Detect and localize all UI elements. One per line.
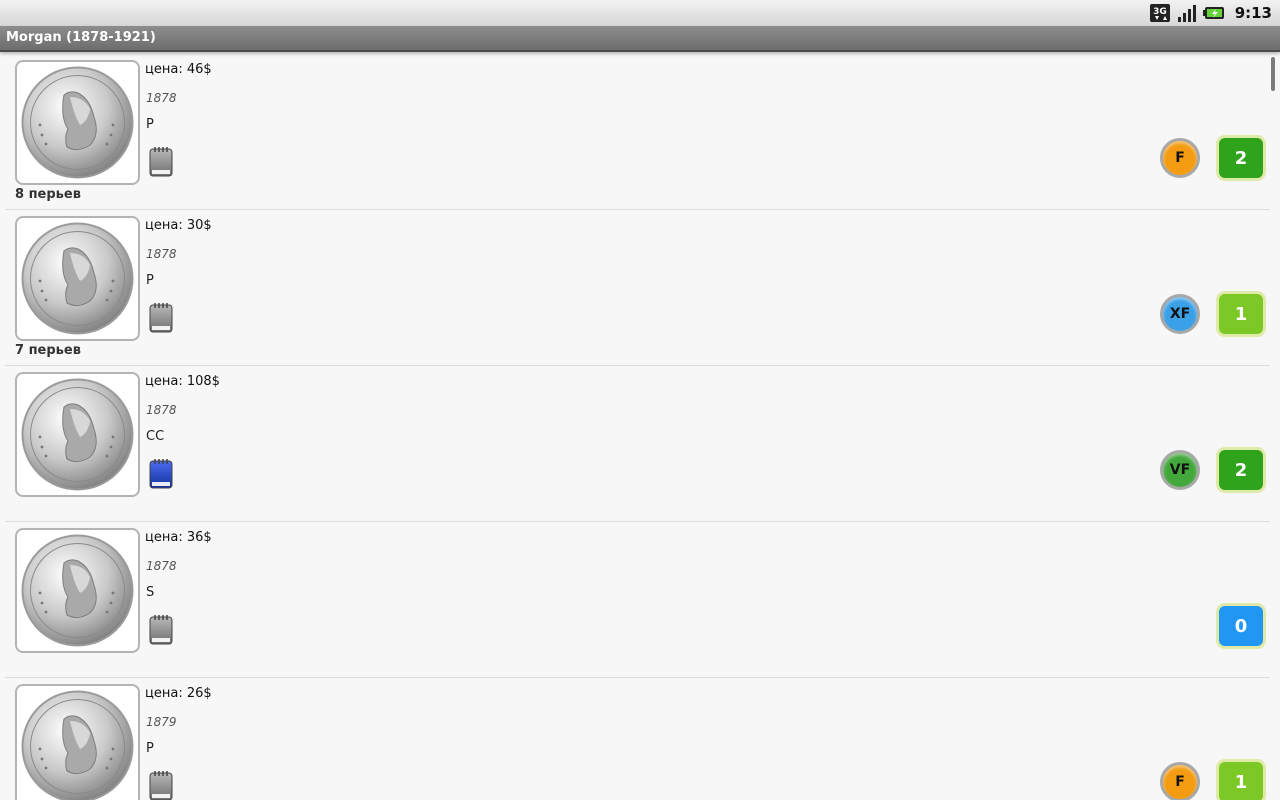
signal-icon (1177, 5, 1196, 22)
mint-mark-text: S (146, 585, 155, 600)
mint-mark-text: P (146, 273, 154, 288)
morgan-dollar-image (21, 222, 134, 335)
gray-book-icon[interactable] (147, 302, 175, 336)
grade-badge[interactable]: F (1160, 138, 1200, 178)
morgan-dollar-image (21, 378, 134, 491)
page-title: Morgan (1878-1921) (6, 30, 156, 45)
morgan-dollar-image (21, 66, 134, 179)
count-badge[interactable]: 1 (1216, 291, 1266, 337)
gray-book-icon[interactable] (147, 770, 175, 800)
coin-row[interactable]: цена: 46$ 1878 P 8 перьев F 2 (5, 54, 1270, 210)
year-text: 1878 (146, 403, 177, 417)
count-badge[interactable]: 2 (1216, 135, 1266, 181)
mint-mark-text: P (146, 741, 154, 756)
year-text: 1879 (146, 715, 177, 729)
gray-book-icon[interactable] (147, 146, 175, 180)
blue-book-icon[interactable] (147, 458, 175, 492)
price-text: цена: 30$ (145, 218, 212, 233)
grade-badge[interactable]: XF (1160, 294, 1200, 334)
svg-text:3G: 3G (1153, 7, 1167, 17)
morgan-dollar-image (21, 690, 134, 800)
coin-list[interactable]: цена: 46$ 1878 P 8 перьев F 2 цена: 30$ … (5, 54, 1270, 800)
feathers-text: 8 перьев (15, 187, 81, 202)
coin-thumbnail[interactable] (15, 372, 140, 497)
scrollbar-thumb[interactable] (1271, 57, 1275, 91)
gray-book-icon[interactable] (147, 614, 175, 648)
coin-thumbnail[interactable] (15, 216, 140, 341)
status-icons: 3G 9:13 (1145, 2, 1274, 24)
coin-row[interactable]: цена: 36$ 1878 S 0 (5, 522, 1270, 678)
year-text: 1878 (146, 247, 177, 261)
battery-charging-icon (1202, 7, 1224, 19)
mint-mark-text: P (146, 117, 154, 132)
price-text: цена: 108$ (145, 374, 220, 389)
coin-row[interactable]: цена: 26$ 1879 P F 1 (5, 678, 1270, 800)
price-text: цена: 46$ (145, 62, 212, 77)
clock: 9:13 (1234, 4, 1272, 22)
status-bar: 3G 9:13 (0, 0, 1280, 26)
coin-thumbnail[interactable] (15, 684, 140, 800)
count-badge[interactable]: 0 (1216, 603, 1266, 649)
3g-data-icon: 3G (1149, 4, 1170, 22)
feathers-text: 7 перьев (15, 343, 81, 358)
morgan-dollar-image (21, 534, 134, 647)
coin-row[interactable]: цена: 108$ 1878 CC VF 2 (5, 366, 1270, 522)
price-text: цена: 26$ (145, 686, 212, 701)
count-badge[interactable]: 2 (1216, 447, 1266, 493)
grade-badge[interactable]: F (1160, 762, 1200, 800)
grade-badge[interactable]: VF (1160, 450, 1200, 490)
price-text: цена: 36$ (145, 530, 212, 545)
title-bar: Morgan (1878-1921) (0, 26, 1280, 52)
year-text: 1878 (146, 559, 177, 573)
coin-thumbnail[interactable] (15, 60, 140, 185)
coin-thumbnail[interactable] (15, 528, 140, 653)
mint-mark-text: CC (146, 429, 165, 444)
count-badge[interactable]: 1 (1216, 759, 1266, 800)
coin-row[interactable]: цена: 30$ 1878 P 7 перьев XF 1 (5, 210, 1270, 366)
year-text: 1878 (146, 91, 177, 105)
